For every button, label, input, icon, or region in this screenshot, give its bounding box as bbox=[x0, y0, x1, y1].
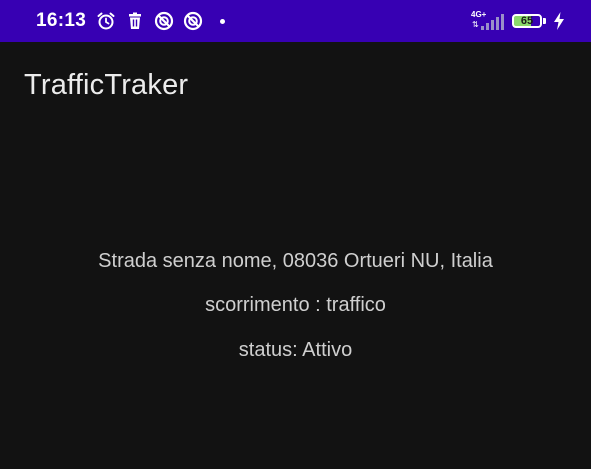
traffic-flow-text: scorrimento : traffico bbox=[205, 294, 386, 316]
status-bar: 16:13 4G+ ⇅ 65 bbox=[0, 0, 591, 42]
trash-icon bbox=[125, 11, 145, 31]
charging-icon bbox=[553, 11, 565, 31]
app-screen: 16:13 4G+ ⇅ 65 TrafficTraker Strada senz… bbox=[0, 0, 591, 469]
status-bar-left: 16:13 bbox=[36, 0, 226, 42]
status-text: status: Attivo bbox=[238, 339, 353, 361]
do-not-disturb-icon bbox=[183, 11, 203, 31]
app-bar: TrafficTraker bbox=[0, 42, 591, 128]
battery-icon: 65 bbox=[512, 14, 542, 28]
battery-cap bbox=[543, 18, 546, 24]
data-arrows-icon: ⇅ bbox=[472, 20, 479, 29]
signal-icon: 4G+ ⇅ bbox=[471, 10, 505, 32]
status-bar-right: 4G+ ⇅ 65 bbox=[471, 0, 565, 42]
do-not-disturb-icon bbox=[154, 11, 174, 31]
signal-bars bbox=[481, 14, 504, 30]
alarm-icon bbox=[96, 11, 116, 31]
status-clock: 16:13 bbox=[36, 10, 87, 31]
app-title: TrafficTraker bbox=[24, 69, 189, 101]
battery-level: 65 bbox=[520, 15, 534, 27]
dot-icon bbox=[220, 18, 226, 24]
address-text: Strada senza nome, 08036 Ortueri NU, Ita… bbox=[98, 250, 493, 272]
